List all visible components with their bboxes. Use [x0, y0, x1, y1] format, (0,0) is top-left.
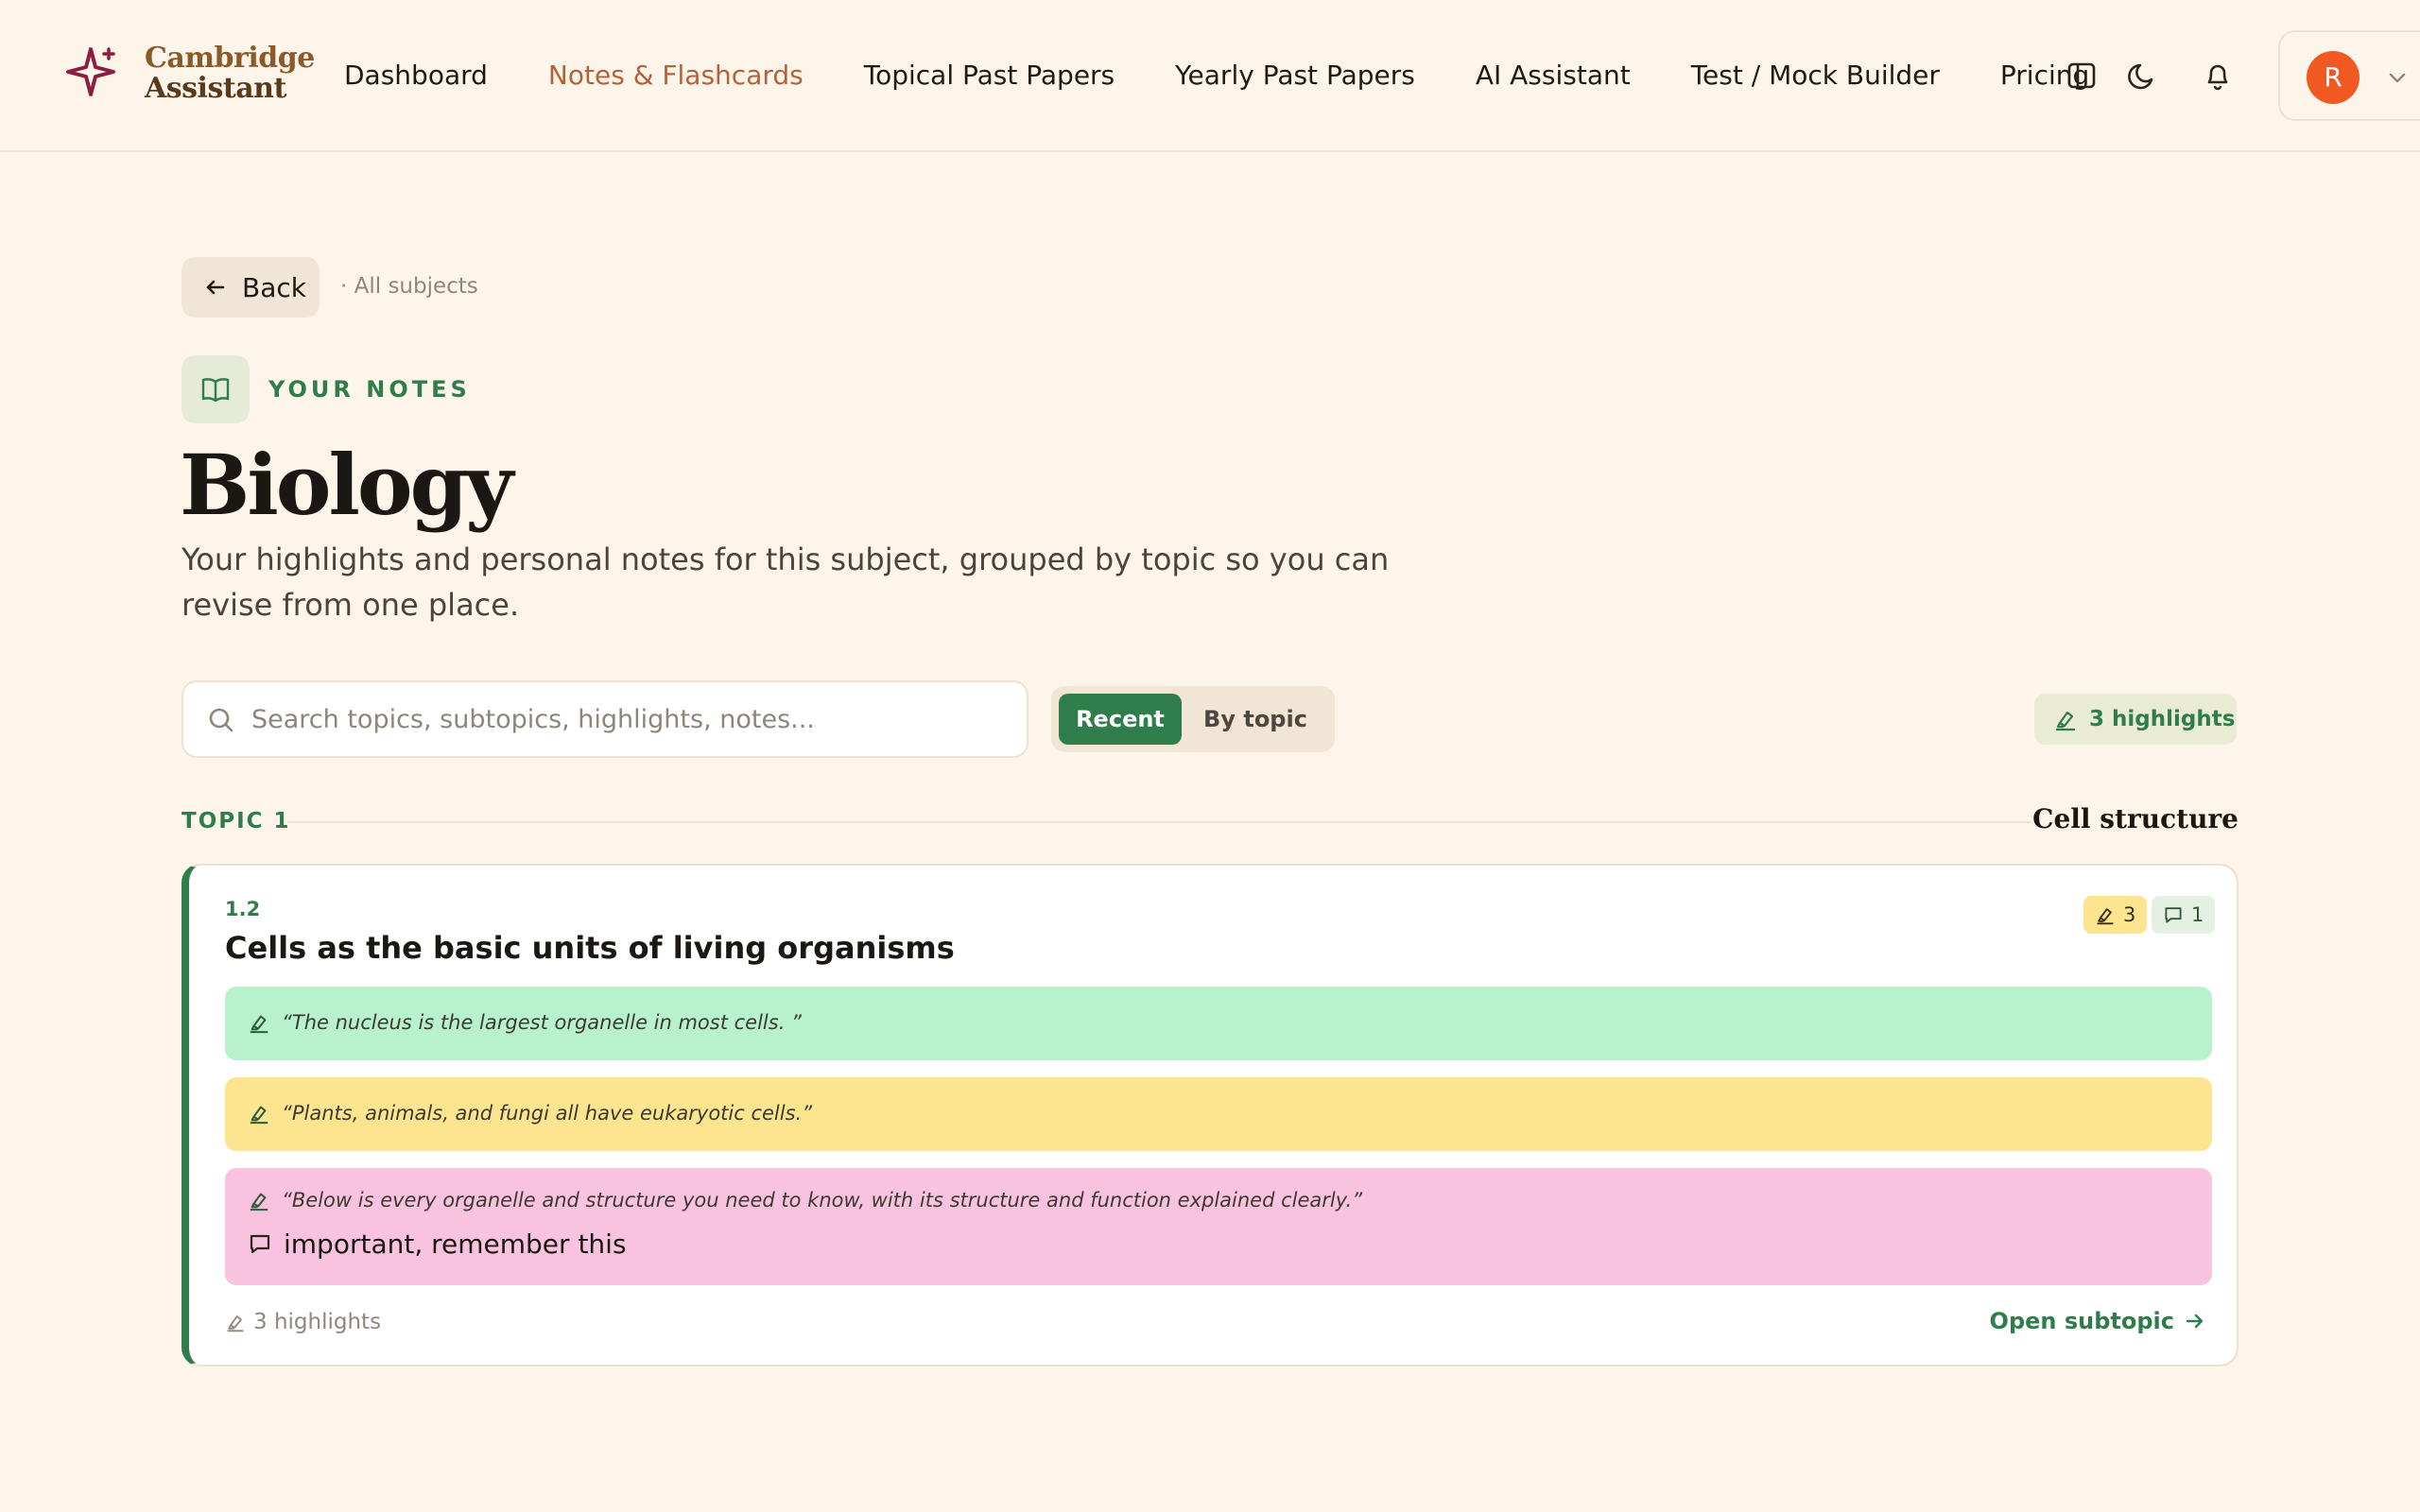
brand-name-line2: Assistant	[145, 72, 286, 105]
toggle-by-topic[interactable]: By topic	[1184, 694, 1327, 745]
back-button[interactable]: Back	[182, 257, 320, 318]
book-open-icon	[182, 355, 250, 423]
highlighter-icon	[227, 1315, 244, 1332]
nav-notes-flashcards[interactable]: Notes & Flashcards	[548, 55, 804, 96]
page-title: Biology	[180, 436, 513, 534]
bell-icon[interactable]	[2201, 59, 2235, 93]
highlight-text: “The nucleus is the largest organelle in…	[282, 1011, 802, 1034]
sparkle-icon	[62, 43, 119, 104]
highlight-count: 3	[2123, 903, 2136, 926]
note-count: 1	[2191, 903, 2204, 926]
page-subtitle: Your highlights and personal notes for t…	[182, 541, 1390, 623]
subtopic-card: 1.2 Cells as the basic units of living o…	[182, 864, 2238, 1366]
highlighter-icon	[2097, 908, 2114, 925]
toggle-recent[interactable]: Recent	[1059, 694, 1182, 745]
highlighter-icon	[250, 1106, 268, 1125]
topic-name: Cell structure	[2032, 803, 2238, 834]
nav-ai-assistant[interactable]: AI Assistant	[1476, 55, 1631, 96]
view-toggle: Recent By topic	[1051, 686, 1335, 752]
avatar[interactable]: R	[2307, 51, 2360, 104]
highlights-count-badge: 3 highlights	[2034, 694, 2237, 745]
highlighter-icon	[250, 1193, 268, 1211]
user-menu[interactable]: R	[2278, 30, 2420, 121]
open-subtopic-link[interactable]: Open subtopic	[1990, 1308, 2206, 1334]
highlight-text: “Below is every organelle and structure …	[282, 1189, 1363, 1211]
highlighter-icon	[2056, 711, 2075, 731]
breadcrumb-all-subjects[interactable]: · All subjects	[340, 274, 478, 299]
highlight-item[interactable]: “Plants, animals, and fungi all have euk…	[225, 1077, 2212, 1151]
main-nav: Dashboard Notes & Flashcards Topical Pas…	[344, 55, 2089, 96]
highlights-count-label: 3 highlights	[2089, 707, 2236, 731]
highlight-count-badge: 3	[2083, 896, 2148, 934]
chevron-down-icon[interactable]	[2384, 64, 2411, 91]
highlight-item[interactable]: “Below is every organelle and structure …	[225, 1168, 2212, 1285]
nav-yearly-past-papers[interactable]: Yearly Past Papers	[1175, 55, 1415, 96]
topic-divider	[287, 821, 2031, 823]
moon-icon[interactable]	[2125, 59, 2159, 93]
top-header: Cambridge Assistant Dashboard Notes & Fl…	[0, 0, 2420, 152]
highlight-item[interactable]: “The nucleus is the largest organelle in…	[225, 987, 2212, 1060]
highlight-text: “Plants, animals, and fungi all have euk…	[282, 1102, 813, 1125]
footer-count-label: 3 highlights	[253, 1310, 382, 1334]
subtopic-number: 1.2	[225, 898, 261, 920]
comment-icon	[250, 1234, 270, 1254]
nav-topical-past-papers[interactable]: Topical Past Papers	[864, 55, 1115, 96]
personal-note-text: important, remember this	[284, 1228, 627, 1260]
arrow-right-icon	[2186, 1314, 2204, 1329]
back-label: Back	[242, 271, 306, 303]
highlighter-icon	[250, 1015, 268, 1034]
sidebar-toggle-icon[interactable]	[2065, 59, 2099, 93]
search-box	[182, 680, 1028, 758]
nav-test-mock-builder[interactable]: Test / Mock Builder	[1691, 55, 1940, 96]
topic-label: TOPIC 1	[182, 809, 291, 833]
brand-name-line1: Cambridge	[145, 42, 315, 75]
subtopic-title: Cells as the basic units of living organ…	[225, 930, 955, 966]
open-subtopic-label: Open subtopic	[1989, 1308, 2174, 1334]
search-input[interactable]	[251, 696, 1008, 743]
search-icon	[209, 708, 233, 732]
nav-dashboard[interactable]: Dashboard	[344, 55, 488, 96]
note-count-badge: 1	[2152, 896, 2216, 934]
brand-logo[interactable]: Cambridge Assistant	[62, 43, 315, 104]
comment-icon	[2165, 907, 2182, 923]
section-kicker: YOUR NOTES	[268, 376, 471, 403]
arrow-left-icon	[206, 280, 225, 295]
card-footer-count: 3 highlights	[225, 1310, 381, 1334]
